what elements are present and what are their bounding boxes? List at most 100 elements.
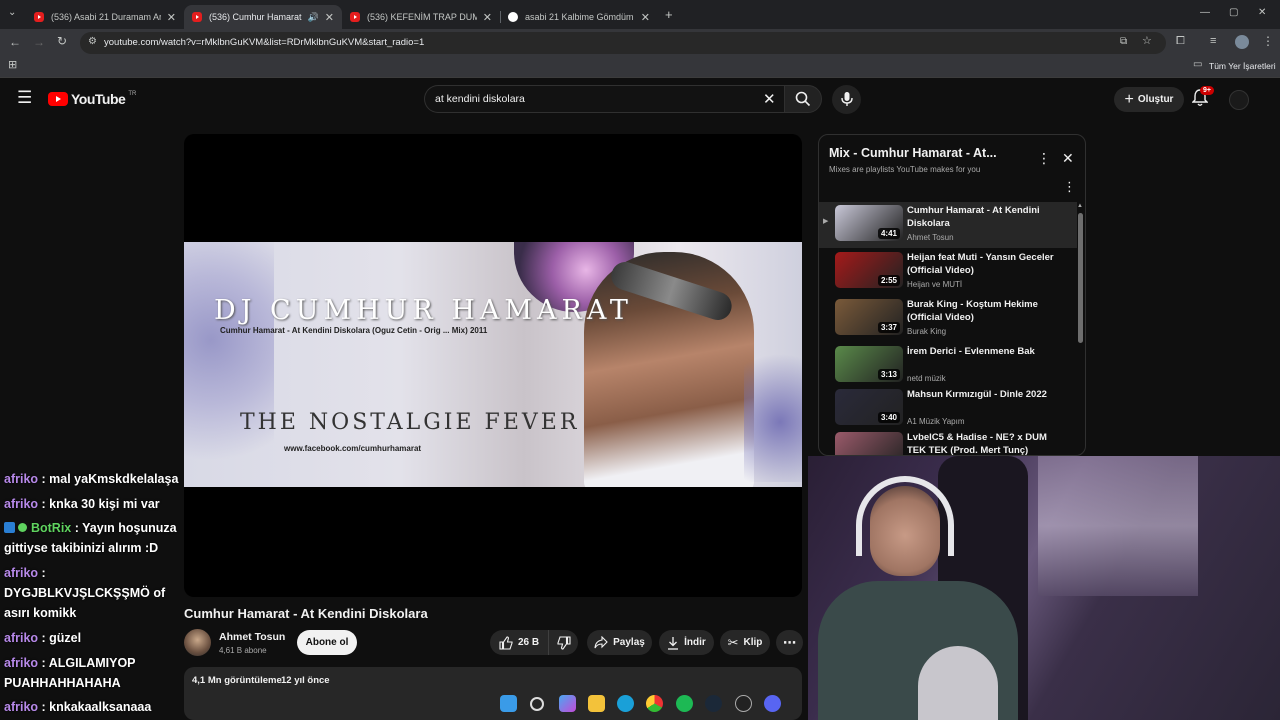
playlist-thumbnail[interactable]: 3:13 (835, 346, 903, 382)
tab-close-icon[interactable]: ✕ (167, 11, 176, 24)
playlist-thumbnail[interactable]: 2:55 (835, 252, 903, 288)
playlist-thumbnail[interactable]: 3:40 (835, 389, 903, 425)
folder-icon: ▭ (1193, 59, 1203, 70)
copilot-icon[interactable] (559, 695, 576, 712)
playlist-thumbnail[interactable]: 3:37 (835, 299, 903, 335)
playlist-item[interactable]: ▶ 4:41 Cumhur Hamarat - At Kendini Diskola… (819, 202, 1077, 248)
playlist-thumbnail[interactable]: 4:41 (835, 205, 903, 241)
like-button[interactable]: 26 B (490, 630, 548, 655)
google-favicon-icon (508, 12, 518, 22)
maximize-icon[interactable]: ▢ (1229, 8, 1238, 18)
tab-title: (536) KEFENİM TRAP DUMANĞ (367, 12, 477, 22)
search-icon[interactable] (530, 697, 544, 711)
obs-icon[interactable] (735, 695, 752, 712)
playlist-item[interactable]: 3:13 İrem Derici - Evlenmene Bak netd müzi… (819, 343, 1077, 389)
playlist-options-icon[interactable]: ⋮ (1063, 179, 1076, 195)
duration-badge: 3:40 (877, 412, 900, 423)
chat-username: afriko (4, 497, 39, 511)
minimize-icon[interactable]: — (1200, 8, 1210, 18)
chat-text: knkakaalksanaaa (49, 700, 152, 714)
scroll-up-icon[interactable]: ▲ (1077, 203, 1083, 209)
playlist-item[interactable]: 3:40 Mahsun Kırmızıgül - Dinle 2022 A1 Müz… (819, 386, 1077, 432)
clear-search-icon[interactable]: ✕ (763, 90, 776, 108)
chrome-menu-icon[interactable]: ⋮ (1262, 35, 1274, 47)
bookmark-star-icon[interactable]: ☆ (1142, 36, 1152, 47)
youtube-logo[interactable]: YouTube TR (48, 91, 136, 107)
forward-icon[interactable]: → (33, 36, 45, 48)
address-bar[interactable]: ⚙ youtube.com/watch?v=rMklbnGuKVM&list=R… (80, 32, 1166, 54)
speaker-icon[interactable]: 🔊 (308, 12, 319, 23)
browser-tab-3[interactable]: (536) KEFENİM TRAP DUMANĞ ✕ (342, 5, 500, 29)
dislike-button[interactable] (548, 630, 578, 655)
youtube-header: ☰ YouTube TR at kendini diskolara ✕ + Ol… (0, 78, 1280, 121)
video-frame: DJ CUMHUR HAMARAT Cumhur Hamarat - At Ke… (184, 242, 802, 487)
spotify-icon[interactable] (676, 695, 693, 712)
duration-badge: 3:13 (877, 369, 900, 380)
new-tab-icon[interactable]: + (665, 8, 673, 21)
playlist-thumbnail[interactable] (835, 432, 903, 455)
chat-message: afriko : knka 30 kişi mi var (4, 497, 160, 511)
back-icon[interactable]: ← (9, 36, 21, 48)
reload-icon[interactable]: ↻ (57, 35, 67, 47)
search-button[interactable] (784, 85, 822, 113)
steam-icon[interactable] (705, 695, 722, 712)
clip-button[interactable]: ✂ Klip (720, 630, 770, 655)
scrollbar-thumb[interactable] (1078, 213, 1083, 343)
now-playing-icon: ▶ (823, 218, 829, 225)
extensions-icon[interactable]: ⧠ (1176, 36, 1185, 47)
channel-name[interactable]: Ahmet Tosun (219, 631, 285, 643)
share-button[interactable]: Paylaş (587, 630, 652, 655)
plus-icon: + (1124, 90, 1134, 108)
pillow (918, 646, 998, 720)
window-light (1038, 456, 1198, 596)
playlist-more-icon[interactable]: ⋮ (1037, 150, 1051, 167)
browser-toolbar: ← → ↻ ⚙ youtube.com/watch?v=rMklbnGuKVM&… (0, 29, 1280, 56)
subscriber-count: 4,61 B abone (219, 646, 267, 655)
window-close-icon[interactable]: ✕ (1258, 8, 1266, 18)
tab-close-icon[interactable]: ✕ (483, 11, 492, 24)
tab-close-icon[interactable]: ✕ (641, 11, 650, 24)
file-explorer-icon[interactable] (588, 695, 605, 712)
playlist-item[interactable]: 2:55 Heijan feat Muti - Yansın Geceler (O… (819, 249, 1077, 295)
playlist-item-channel: A1 Müzik Yapım (907, 417, 965, 426)
video-title: Cumhur Hamarat - At Kendini Diskolara (184, 606, 428, 621)
playlist-title[interactable]: Mix - Cumhur Hamarat - At... (829, 146, 997, 160)
apps-grid-icon[interactable]: ⊞ (8, 60, 17, 71)
site-info-icon[interactable]: ⚙ (88, 37, 97, 47)
cast-icon[interactable]: ⧉ (1120, 37, 1127, 47)
chat-text: knka 30 kişi mi var (49, 497, 160, 511)
chat-username: afriko (4, 700, 39, 714)
browser-tab-2[interactable]: (536) Cumhur Hamarat - At 🔊 ✕ (184, 5, 342, 29)
account-avatar[interactable] (1229, 90, 1249, 110)
playlist-item[interactable]: LvbelC5 & Hadise - NE? x DUM TEK TEK (Pr… (819, 429, 1077, 455)
tab-title: (536) Asabi 21 Duramam Artık ∙ (51, 12, 161, 22)
download-button[interactable]: İndir (659, 630, 714, 655)
subscribe-button[interactable]: Abone ol (297, 630, 357, 655)
all-bookmarks-link[interactable]: Tüm Yer İşaretleri (1209, 61, 1276, 71)
browser-tab-1[interactable]: (536) Asabi 21 Duramam Artık ∙ ✕ (26, 5, 184, 29)
tab-close-icon[interactable]: ✕ (325, 11, 334, 24)
more-actions-button[interactable]: ⋯ (776, 630, 803, 655)
region-code: TR (128, 91, 137, 97)
search-input[interactable]: at kendini diskolara ✕ (424, 85, 786, 113)
tab-search-icon[interactable]: ⌄ (8, 8, 16, 18)
voice-search-button[interactable] (832, 85, 861, 114)
channel-avatar[interactable] (184, 629, 211, 656)
playlist-scrollbar[interactable]: ▲ (1077, 203, 1083, 455)
search-text: at kendini diskolara (435, 93, 525, 105)
browser-tab-4[interactable]: asabi 21 Kalbime Gömdüm söz ✕ (500, 5, 658, 29)
discord-icon[interactable] (764, 695, 781, 712)
more-horizontal-icon: ⋯ (783, 634, 796, 650)
edge-icon[interactable] (617, 695, 634, 712)
media-controls-icon[interactable]: ≡ (1210, 36, 1216, 47)
playlist-close-icon[interactable]: ✕ (1062, 150, 1074, 167)
hamburger-menu-icon[interactable]: ☰ (17, 88, 32, 108)
chrome-icon[interactable] (646, 695, 663, 712)
notifications-button[interactable]: 9+ (1191, 86, 1214, 112)
create-button[interactable]: + Oluştur (1114, 87, 1184, 112)
windows-start-icon[interactable] (500, 695, 517, 712)
video-player[interactable]: DJ CUMHUR HAMARAT Cumhur Hamarat - At Ke… (184, 134, 802, 597)
playlist-item[interactable]: 3:37 Burak King - Koştum Hekime (Official… (819, 296, 1077, 342)
profile-avatar[interactable] (1235, 35, 1249, 49)
description-box[interactable]: 4,1 Mn görüntüleme 12 yıl önce (184, 667, 802, 720)
